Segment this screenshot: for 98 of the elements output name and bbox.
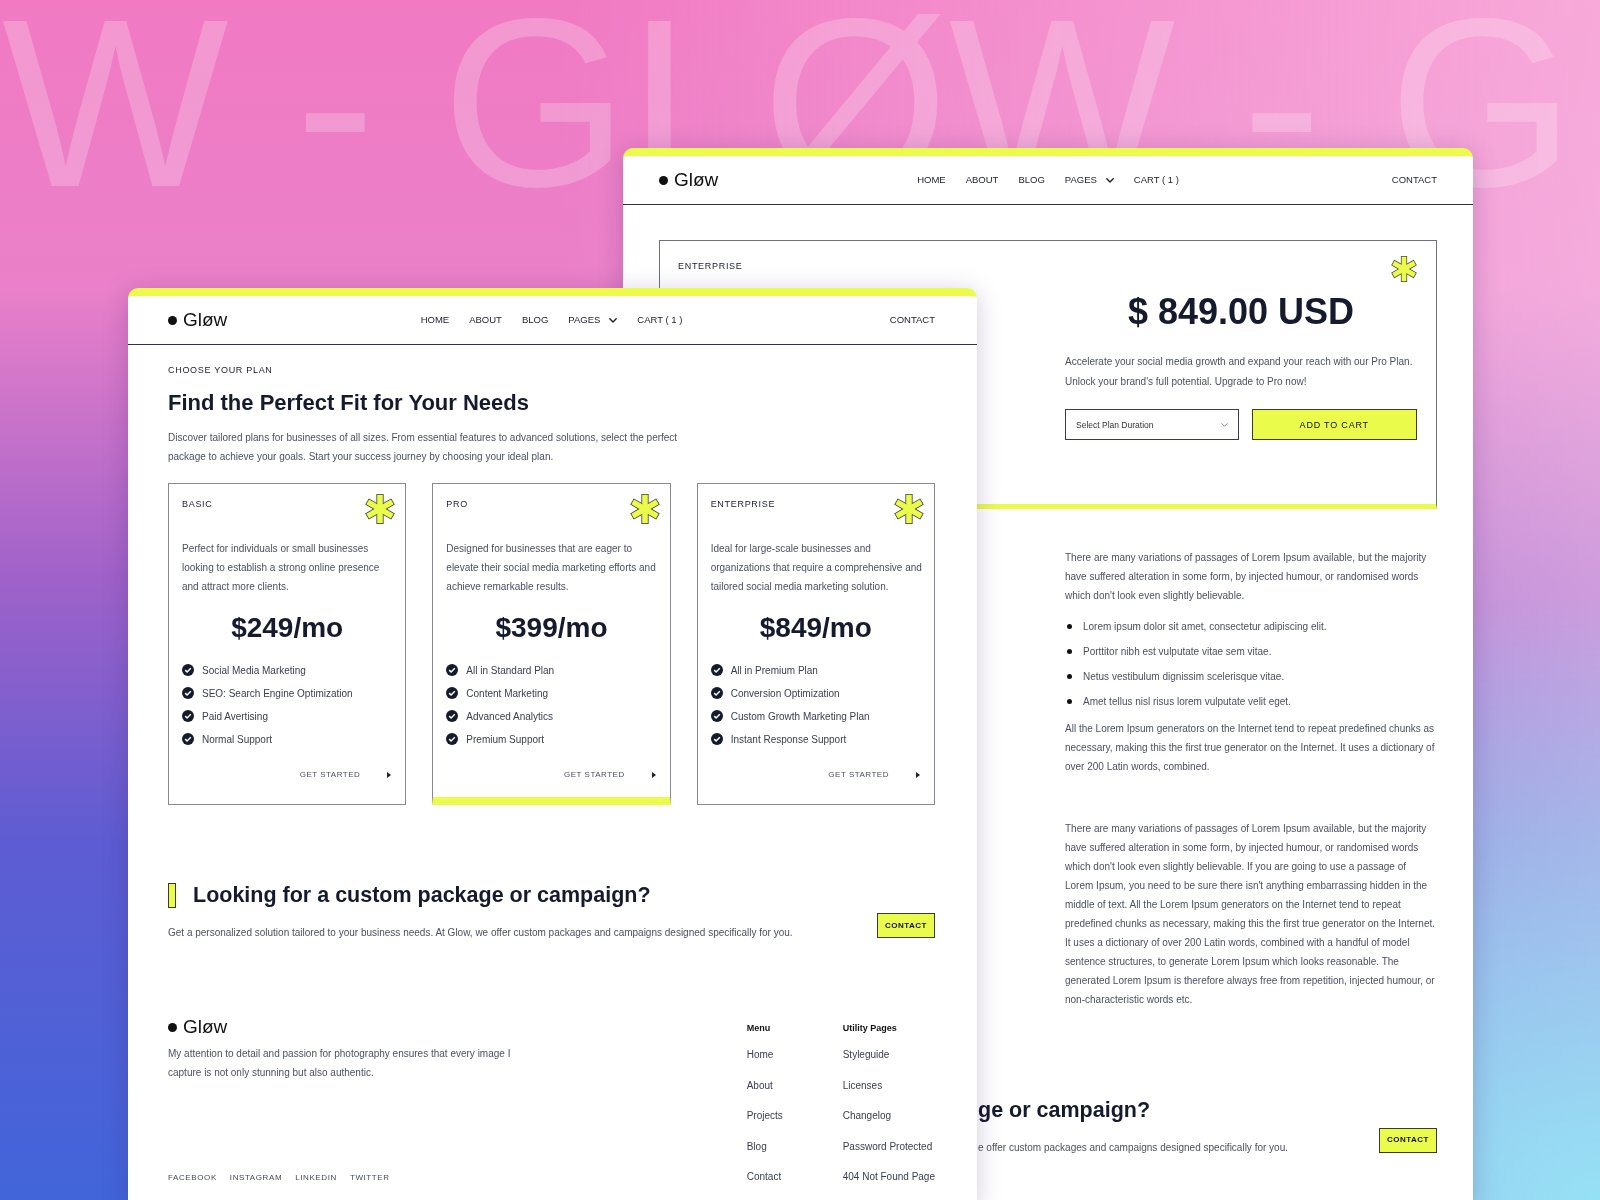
footer-column-title: Utility Pages [842, 1022, 898, 1035]
check-circle-icon [446, 710, 459, 722]
feature-label: All in Premium Plan [730, 664, 818, 676]
get-started-link[interactable]: GET STARTED [564, 768, 656, 782]
plan-duration-select[interactable]: Select Plan Duration [1065, 409, 1239, 440]
plan-name: ENTERPRISE [710, 498, 776, 510]
check-circle-icon [710, 733, 723, 745]
footer-link[interactable]: Styleguide [842, 1048, 935, 1062]
bullet-icon [1067, 673, 1072, 679]
body-text: There are many variations of passages of Lorem Ipsum available, but the majority have suffered alteration in some form, by injected humour, or randomised words which don't look even slightly believable. [1065, 550, 1428, 603]
footer-link[interactable]: About [746, 1078, 843, 1093]
feature-label: SEO: Search Engine Optimization [202, 687, 353, 699]
feature-label: Content Marketing [466, 687, 549, 699]
section-eyebrow: CHOOSE YOUR PLAN [168, 364, 274, 376]
feature-label: Premium Support [466, 733, 545, 745]
check-circle-icon [446, 687, 459, 699]
asterisk-icon [365, 494, 396, 524]
check-circle-icon [446, 733, 459, 745]
social-link[interactable]: INSTAGRAM [229, 1172, 283, 1185]
footer-tagline: My attention to detail and passion for photography ensures that every image I capture is not only stunning but also authentic. [168, 1046, 512, 1080]
check-circle-icon [446, 664, 459, 676]
social-link[interactable]: LINKEDIN [295, 1172, 337, 1185]
dot-icon [168, 315, 177, 325]
footer-link[interactable]: Projects [746, 1109, 843, 1124]
contact-link[interactable]: CONTACT [889, 314, 935, 326]
section-heading: Find the Perfect Fit for Your Needs [168, 389, 530, 417]
feature-label: All in Standard Plan [466, 664, 555, 676]
feature-label: Normal Support [202, 733, 273, 745]
footer-link[interactable]: Contact [746, 1170, 843, 1185]
cta-text: Get a personalized solution tailored to your business needs. At Glow, we offer custom packages and campaigns designed specifically for you. [168, 926, 793, 940]
cta-heading: Looking for a custom package or campaign? [193, 882, 651, 909]
section-intro: Discover tailored plans for businesses of all sizes. From essential features to advanced solutions, select the perfect package to achieve your goals. Start your success journey by choosing your ideal plan. [168, 430, 679, 464]
feature-label: Conversion Optimization [730, 687, 840, 699]
plan-name: ENTERPRISE [678, 260, 743, 272]
asterisk-icon [894, 494, 924, 524]
check-circle-icon [710, 687, 723, 699]
footer-link[interactable]: Licenses [842, 1078, 935, 1093]
bullet-icon [1067, 623, 1072, 629]
plan-description: Perfect for individuals or small businesses looking to establish a strong online presence and attract more clients. [182, 541, 381, 594]
caret-right-icon [916, 772, 920, 778]
check-circle-icon [182, 687, 194, 699]
logo[interactable]: Gløw [168, 309, 228, 331]
get-started-link[interactable]: GET STARTED [828, 768, 920, 782]
product-price: $ 849.00 USD [1126, 291, 1356, 333]
plan-price: $249/mo [230, 612, 345, 644]
feature-label: Custom Growth Marketing Plan [730, 710, 870, 722]
chevron-down-icon [609, 317, 618, 323]
social-link[interactable]: TWITTER [349, 1172, 390, 1185]
footer-link[interactable]: Home [746, 1048, 843, 1062]
bullet-icon [1067, 698, 1072, 704]
plan-price: $849/mo [758, 612, 873, 644]
body-text: All the Lorem Ipsum generators on the Internet tend to repeat predefined chunks as necessary, making this the first true generator on the Internet. It uses a dictionary of over 200 Latin words, combined. [1065, 721, 1436, 774]
check-circle-icon [182, 733, 194, 745]
logo[interactable]: Gløw [168, 1016, 228, 1038]
get-started-link[interactable]: GET STARTED [299, 768, 392, 782]
chevron-down-icon [1220, 422, 1228, 427]
feature-label: Social Media Marketing [202, 664, 306, 676]
nav-dropdown[interactable]: PAGES [568, 314, 618, 326]
bullet-icon [1067, 648, 1072, 654]
nav-link[interactable]: BLOG [521, 314, 549, 326]
list-item-text: Netus vestibulum dignissim scelerisque vitae. [1083, 670, 1285, 682]
plan-description: Designed for businesses that are eager to elevate their social media marketing efforts and achieve remarkable results. [446, 541, 657, 594]
plan-description: Ideal for large-scale businesses and organizations that require a comprehensive and tailored social media marketing solution. [710, 541, 923, 594]
footer-link[interactable]: Changelog [842, 1109, 935, 1124]
footer-link[interactable]: Password Protected [842, 1139, 935, 1154]
footer-column-title: Menu [746, 1022, 772, 1035]
list-item-text: Porttitor nibh est vulputate vitae sem vitae. [1083, 645, 1272, 657]
nav-link[interactable]: CART ( 1 ) [637, 314, 683, 326]
asterisk-icon [1391, 256, 1417, 282]
asterisk-icon [629, 494, 660, 524]
footer-link[interactable]: 404 Not Found Page [842, 1170, 935, 1185]
caret-right-icon [651, 772, 656, 778]
add-to-cart-button[interactable]: ADD TO CART [1251, 409, 1417, 440]
caret-right-icon [387, 772, 392, 778]
check-circle-icon [710, 710, 723, 722]
plan-name: PRO [446, 498, 468, 510]
plan-price: $399/mo [494, 612, 609, 644]
nav-link[interactable]: ABOUT [469, 314, 502, 326]
feature-label: Paid Avertising [202, 710, 268, 722]
cta-text: e offer custom packages and campaigns designed specifically for you. [978, 1140, 1288, 1155]
feature-label: Advanced Analytics [466, 710, 554, 722]
plan-name: BASIC [182, 498, 213, 510]
contact-button[interactable]: CONTACT [877, 913, 935, 938]
contact-button[interactable]: CONTACT [1379, 1127, 1437, 1153]
dot-icon [168, 1022, 177, 1032]
body-text: There are many variations of passages of Lorem Ipsum available, but the majority have suffered alteration in some form, by injected humour, or randomised words which don't look even slightly believable. If you are going to use a passage of Lorem Ipsum, you need to be sure there isn't anything embarrassing hidden in the middle of text. All the Lorem Ipsum generators on the Internet tend to repeat predefined chunks as necessary, making this the first true generator on the Internet. It uses a dictionary of over 200 Latin words, combined with a handful of model sentence structures, to generate Lorem Ipsum which looks reasonable. The generated Lorem Ipsum is therefore always free from repetition, injected humour, or non-characteristic words etc. [1065, 821, 1437, 1007]
product-description: Accelerate your social media growth and expand your reach with our Pro Plan. Unlock your brand's full potential. Upgrade to Pro now! [1065, 355, 1414, 389]
list-item-text: Amet tellus nisl risus lorem vulputate velit eget. [1083, 695, 1291, 707]
cta-heading: ge or campaign? [978, 1096, 1151, 1124]
check-circle-icon [182, 710, 194, 722]
footer-link[interactable]: Blog [746, 1139, 843, 1154]
accent-bar-icon [168, 882, 176, 908]
nav-link[interactable]: HOME [420, 314, 450, 326]
check-circle-icon [710, 664, 723, 676]
list-item-text: Lorem ipsum dolor sit amet, consectetur adipiscing elit. [1083, 620, 1327, 632]
feature-label: Instant Response Support [730, 733, 847, 745]
check-circle-icon [182, 664, 194, 676]
social-link[interactable]: FACEBOOK [168, 1172, 217, 1185]
